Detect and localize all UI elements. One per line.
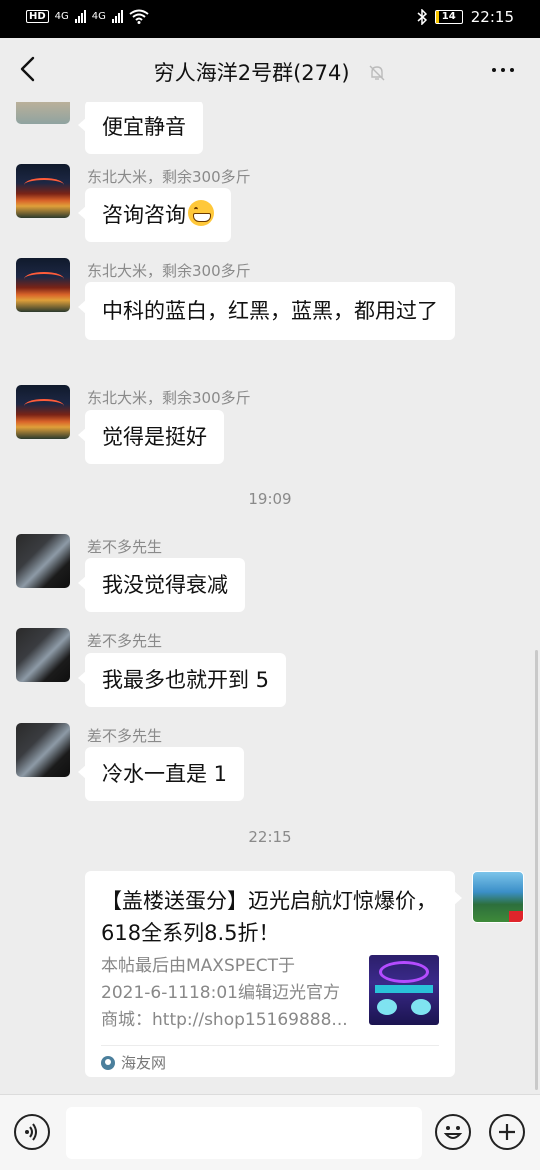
timestamp: 22:15 (248, 828, 292, 846)
status-time: 22:15 (470, 8, 514, 26)
message-text: 咨询咨询 (102, 203, 186, 227)
grinning-face-emoji-icon (188, 200, 214, 226)
sender-name: 东北大米，剩余300多斤 (87, 168, 251, 186)
link-card[interactable]: 【盖楼送蛋分】迈光启航灯惊爆价，618全系列8.5折！ 本帖最后由MAXSPEC… (85, 871, 462, 1077)
chat-header: 穷人海洋2号群(274) (0, 38, 540, 102)
link-card-divider (101, 1045, 439, 1046)
sender-name: 东北大米，剩余300多斤 (87, 262, 251, 280)
battery-level: 14 (441, 11, 456, 22)
message-input[interactable] (66, 1107, 422, 1159)
input-bar (0, 1094, 540, 1170)
link-card-desc-line: 商城：http://shop15169888... (101, 1010, 348, 1030)
sender-name: 差不多先生 (87, 632, 163, 650)
avatar[interactable] (16, 628, 70, 682)
signal-icon-2 (111, 10, 123, 23)
message-bubble[interactable]: 我最多也就开到 5 (77, 653, 287, 707)
more-functions-button[interactable] (489, 1114, 525, 1150)
voice-icon (25, 1123, 37, 1141)
more-options-icon[interactable] (492, 68, 514, 72)
link-card-desc-line: 本帖最后由MAXSPECT于 (101, 956, 295, 976)
mute-bell-icon (369, 65, 385, 81)
network-type-1: 4G (54, 11, 69, 22)
plus-icon (499, 1124, 515, 1140)
emoji-button[interactable] (435, 1114, 471, 1150)
avatar[interactable] (16, 534, 70, 588)
link-card-source-name: 海友网 (121, 1054, 167, 1072)
message-text: 便宜静音 (102, 115, 186, 139)
link-card-title: 【盖楼送蛋分】迈光启航灯惊爆价，618全系列8.5折！ (101, 889, 437, 945)
chat-title-wrap: 穷人海洋2号群(274) (0, 57, 540, 87)
message-text: 我没觉得衰减 (102, 573, 228, 597)
message-text: 冷水一直是 1 (102, 762, 228, 786)
timestamp: 19:09 (248, 490, 292, 508)
message-text: 觉得是挺好 (102, 425, 207, 449)
source-app-icon (101, 1055, 115, 1070)
status-left: HD 4G 4G (26, 9, 149, 24)
sender-name: 差不多先生 (87, 727, 163, 745)
network-type-2: 4G (91, 11, 106, 22)
message-bubble[interactable]: 觉得是挺好 (78, 410, 224, 464)
message-list[interactable]: 便宜静音 东北大米，剩余300多斤 咨询咨询 东北大米，剩余300多斤 中科的蓝… (0, 102, 540, 1094)
my-avatar[interactable] (472, 871, 524, 923)
wifi-icon (129, 9, 149, 24)
bluetooth-icon (417, 9, 427, 25)
avatar[interactable] (16, 385, 70, 439)
avatar[interactable] (16, 164, 70, 218)
message-bubble[interactable]: 冷水一直是 1 (77, 747, 245, 801)
scrollbar[interactable] (535, 650, 538, 1090)
link-card-description: 本帖最后由MAXSPECT于 2021-6-1118:01编辑迈光官方 商城：h… (101, 953, 351, 1034)
message-text: 中科的蓝白，红黑，蓝黑，都用过了 (102, 299, 438, 323)
status-bar: HD 4G 4G 14 22:15 (0, 0, 540, 38)
voice-input-button[interactable] (14, 1114, 50, 1150)
message-text: 我最多也就开到 5 (102, 668, 270, 692)
link-card-source: 海友网 (101, 1052, 166, 1073)
avatar[interactable] (16, 102, 70, 124)
hd-indicator: HD (26, 10, 49, 23)
message-bubble[interactable]: 中科的蓝白，红黑，蓝黑，都用过了 (78, 282, 455, 340)
chat-title: 穷人海洋2号群(274) (153, 61, 350, 85)
status-right: 14 22:15 (417, 8, 514, 26)
avatar[interactable] (16, 258, 70, 312)
sender-name: 东北大米，剩余300多斤 (87, 389, 251, 407)
message-bubble[interactable]: 我没觉得衰减 (78, 558, 245, 612)
message-bubble[interactable]: 便宜静音 (78, 102, 203, 154)
smiley-icon (443, 1126, 463, 1139)
signal-icon (74, 10, 86, 23)
battery-icon: 14 (434, 10, 463, 24)
link-card-thumbnail (369, 955, 439, 1025)
flag-icon (509, 911, 523, 922)
sender-name: 差不多先生 (87, 538, 163, 556)
link-card-desc-line: 2021-6-1118:01编辑迈光官方 (101, 983, 340, 1003)
avatar[interactable] (16, 723, 70, 777)
message-bubble[interactable]: 咨询咨询 (78, 188, 231, 242)
